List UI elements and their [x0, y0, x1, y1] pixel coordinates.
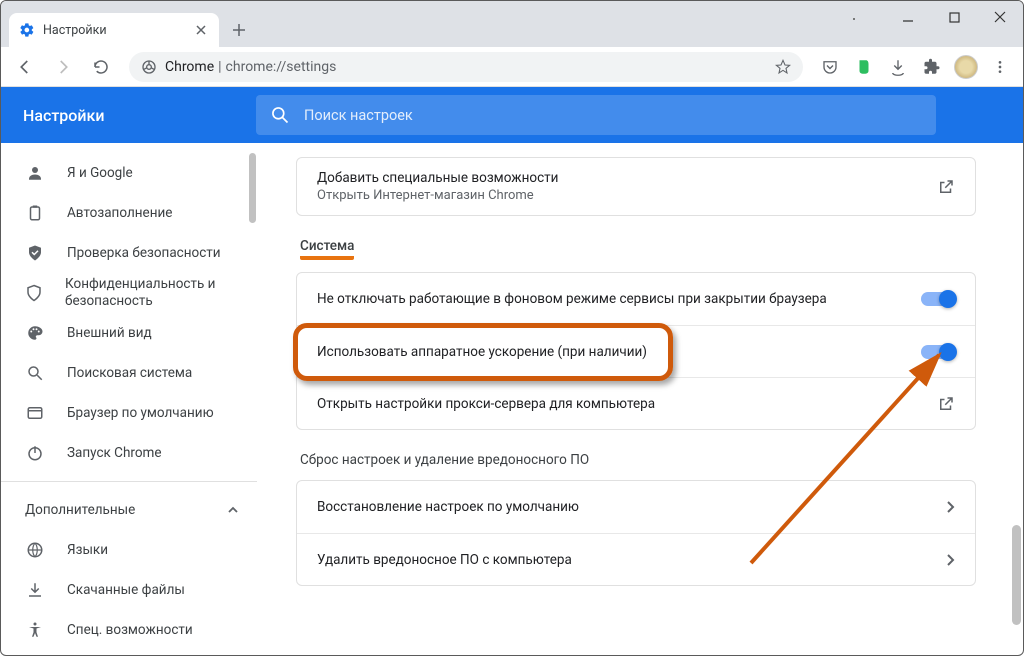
close-window-button[interactable] [977, 1, 1023, 33]
evernote-extension-icon[interactable] [849, 52, 879, 82]
window-controls [885, 1, 1023, 33]
accessibility-card: Добавить специальные возможности Открыть… [296, 157, 976, 216]
row-add-accessibility[interactable]: Добавить специальные возможности Открыть… [297, 158, 975, 215]
minimize-button[interactable] [885, 1, 931, 33]
gear-icon [19, 22, 35, 38]
sidebar-item-languages[interactable]: Языки [1, 530, 257, 570]
sidebar-item-label: Поисковая система [67, 365, 192, 381]
sidebar-item-downloads[interactable]: Скачанные файлы [1, 570, 257, 610]
row-label: Открыть настройки прокси-сервера для ком… [317, 396, 925, 412]
system-card: Не отключать работающие в фоновом режиме… [296, 272, 976, 430]
sidebar-item-label: Конфиденциальность и безопасность [65, 276, 257, 310]
content-area: Я и Google Автозаполнение Проверка безоп… [1, 143, 1023, 655]
browser-toolbar: Chrome | chrome://settings [1, 47, 1023, 87]
chevron-right-icon [945, 500, 955, 514]
sidebar-item-on-startup[interactable]: Запуск Chrome [1, 433, 257, 473]
extension-area [815, 52, 1015, 82]
chrome-site-icon [141, 59, 157, 75]
clipboard-icon [25, 203, 45, 223]
sidebar-item-label: Скачанные файлы [67, 582, 185, 598]
sidebar-item-label: Автозаполнение [67, 205, 172, 221]
open-external-icon[interactable] [937, 178, 955, 196]
accessibility-icon [25, 620, 45, 640]
row-cleanup[interactable]: Удалить вредоносное ПО с компьютера [297, 533, 975, 585]
sidebar-advanced-toggle[interactable]: Дополнительные [1, 490, 257, 530]
extensions-puzzle-icon[interactable] [917, 52, 947, 82]
pocket-extension-icon[interactable] [815, 52, 845, 82]
address-bar[interactable]: Chrome | chrome://settings [129, 52, 803, 82]
shield-check-icon [25, 243, 45, 263]
tab-title: Настройки [43, 23, 107, 38]
row-restore-defaults[interactable]: Восстановление настроек по умолчанию [297, 481, 975, 533]
download-icon [25, 580, 45, 600]
toggle-hardware-accel[interactable] [921, 345, 955, 359]
tab-settings[interactable]: Настройки [9, 13, 219, 47]
sidebar-item-label: Языки [67, 542, 108, 558]
reload-button[interactable] [85, 51, 117, 83]
main-scrollbar[interactable] [1009, 143, 1023, 655]
row-title: Добавить специальные возможности [317, 170, 925, 186]
browser-window: Настройки Chrome | [0, 0, 1024, 656]
sidebar-item-label: Спец. возможности [67, 622, 193, 638]
row-subtitle: Открыть Интернет-магазин Chrome [317, 188, 925, 203]
sidebar-item-label: Внешний вид [67, 325, 152, 341]
sidebar-item-label: Проверка безопасности [67, 245, 221, 261]
bookmark-star-icon[interactable] [775, 59, 791, 75]
sidebar-item-accessibility[interactable]: Спец. возможности [1, 610, 257, 650]
sidebar-item-appearance[interactable]: Внешний вид [1, 313, 257, 353]
sidebar-item-label: Я и Google [67, 165, 133, 181]
settings-header: Настройки [1, 87, 1023, 143]
profile-avatar[interactable] [951, 52, 981, 82]
new-tab-button[interactable] [225, 16, 253, 44]
settings-title: Настройки [1, 106, 256, 125]
row-label: Использовать аппаратное ускорение (при н… [317, 344, 921, 360]
status-indicator-dot [850, 15, 858, 23]
row-hardware-accel: Использовать аппаратное ускорение (при н… [297, 325, 975, 377]
row-background-apps: Не отключать работающие в фоновом режиме… [297, 273, 975, 325]
close-tab-icon[interactable] [193, 22, 209, 38]
sidebar-item-privacy[interactable]: Конфиденциальность и безопасность [1, 273, 257, 313]
reset-card: Восстановление настроек по умолчанию Уда… [296, 480, 976, 586]
browser-menu-button[interactable] [985, 52, 1015, 82]
section-title-reset: Сброс настроек и удаление вредоносного П… [300, 452, 976, 468]
sidebar-item-autofill[interactable]: Автозаполнение [1, 193, 257, 233]
maximize-button[interactable] [931, 1, 977, 33]
sidebar-item-label: Запуск Chrome [67, 445, 162, 461]
palette-icon [25, 323, 45, 343]
chevron-up-icon [227, 504, 239, 516]
sidebar-scrollbar[interactable] [247, 143, 257, 655]
row-label: Удалить вредоносное ПО с компьютера [317, 552, 933, 568]
back-button[interactable] [9, 51, 41, 83]
sidebar-item-safety-check[interactable]: Проверка безопасности [1, 233, 257, 273]
toggle-background-apps[interactable] [921, 292, 955, 306]
shield-icon [25, 283, 43, 303]
sidebar-item-search-engine[interactable]: Поисковая система [1, 353, 257, 393]
search-icon [270, 105, 290, 125]
sidebar-item-you-and-google[interactable]: Я и Google [1, 153, 257, 193]
sidebar-item-label: Браузер по умолчанию [67, 405, 214, 421]
row-label: Не отключать работающие в фоновом режиме… [317, 291, 921, 307]
tab-strip: Настройки [1, 1, 253, 47]
person-icon [25, 163, 45, 183]
settings-search-input[interactable] [304, 107, 922, 124]
globe-icon [25, 540, 45, 560]
section-title-system: Система [300, 238, 976, 260]
sidebar-item-default-browser[interactable]: Браузер по умолчанию [1, 393, 257, 433]
sidebar-divider [1, 481, 257, 482]
download-extension-icon[interactable] [883, 52, 913, 82]
url-text: Chrome | chrome://settings [165, 59, 336, 75]
forward-button[interactable] [47, 51, 79, 83]
settings-search[interactable] [256, 95, 936, 135]
settings-sidebar: Я и Google Автозаполнение Проверка безоп… [1, 143, 257, 655]
title-bar: Настройки [1, 1, 1023, 47]
settings-main: Добавить специальные возможности Открыть… [257, 143, 1023, 655]
power-icon [25, 443, 45, 463]
search-icon [25, 363, 45, 383]
row-label: Восстановление настроек по умолчанию [317, 499, 933, 515]
chevron-right-icon [945, 553, 955, 567]
sidebar-advanced-label: Дополнительные [25, 502, 135, 518]
row-proxy-settings[interactable]: Открыть настройки прокси-сервера для ком… [297, 377, 975, 429]
browser-icon [25, 403, 45, 423]
open-external-icon[interactable] [937, 395, 955, 413]
